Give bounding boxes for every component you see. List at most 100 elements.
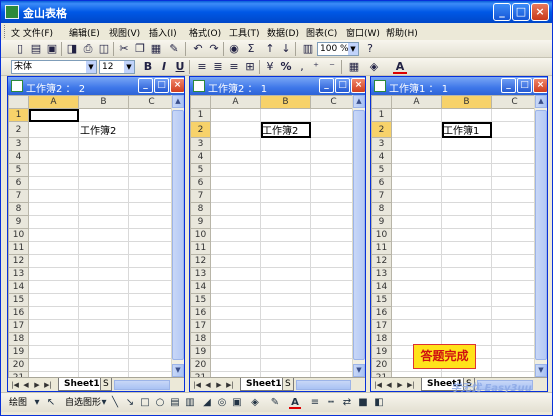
column-header[interactable]: A <box>28 95 79 109</box>
grid-cell[interactable] <box>128 241 175 255</box>
row-header[interactable]: 1 <box>371 108 392 122</box>
grid-cell[interactable] <box>441 215 492 229</box>
row-header[interactable]: 7 <box>371 189 392 203</box>
grid-cell[interactable] <box>491 306 538 320</box>
grid-cell[interactable] <box>441 176 492 190</box>
grid-cell[interactable] <box>391 319 442 333</box>
grid-cell[interactable] <box>491 358 538 372</box>
horizontal-scrollbar[interactable] <box>114 380 170 390</box>
grid-corner[interactable] <box>190 95 211 109</box>
scroll-thumb[interactable] <box>353 110 365 360</box>
row-header[interactable]: 18 <box>190 332 211 346</box>
grid-cell[interactable] <box>78 358 129 372</box>
grid-cell[interactable] <box>441 241 492 255</box>
grid-cell[interactable] <box>28 254 79 268</box>
chevron-down-icon[interactable]: ▼ <box>124 61 134 73</box>
grid-cell[interactable] <box>310 176 357 190</box>
grid-cell[interactable] <box>441 137 492 151</box>
grid-cell[interactable] <box>78 345 129 359</box>
sort-ascending-icon[interactable]: ↑ <box>263 42 277 56</box>
grid-cell[interactable] <box>78 215 129 229</box>
grid-cell[interactable] <box>210 306 261 320</box>
grid-cell[interactable] <box>28 108 79 122</box>
sheet-tab[interactable]: Sheet1 <box>240 378 288 391</box>
ellipse-icon[interactable]: ○ <box>154 397 166 409</box>
row-header[interactable]: 6 <box>8 176 29 190</box>
grid-cell[interactable] <box>128 267 175 281</box>
grid-cell[interactable] <box>78 176 129 190</box>
window-maximize-button[interactable]: □ <box>335 78 350 93</box>
row-header[interactable]: 13 <box>8 267 29 281</box>
grid-cell[interactable] <box>491 189 538 203</box>
last-sheet-icon[interactable]: ▶| <box>225 380 235 390</box>
row-header[interactable]: 4 <box>8 150 29 164</box>
row-header[interactable]: 2 <box>371 121 392 138</box>
grid-cell[interactable] <box>491 319 538 333</box>
grid-cell[interactable] <box>210 332 261 346</box>
row-header[interactable]: 9 <box>190 215 211 229</box>
autosum-icon[interactable]: Σ <box>244 42 258 56</box>
grid-corner[interactable] <box>8 95 29 109</box>
sheet-tab[interactable]: Sheet1 <box>58 378 106 391</box>
grid-cell[interactable] <box>28 228 79 242</box>
grid-cell[interactable] <box>78 150 129 164</box>
row-header[interactable]: 5 <box>8 163 29 177</box>
grid-cell[interactable] <box>441 108 492 122</box>
chevron-down-icon[interactable]: ▼ <box>86 61 96 73</box>
zoom-select[interactable]: 100 % ▼ <box>317 42 359 56</box>
grid-cell[interactable] <box>28 293 79 307</box>
increase-decimal-icon[interactable]: ⁺ <box>309 60 323 74</box>
first-sheet-icon[interactable]: |◀ <box>373 380 383 390</box>
grid-cell[interactable] <box>128 137 175 151</box>
row-header[interactable]: 18 <box>371 332 392 346</box>
grid-cell[interactable] <box>310 163 357 177</box>
grid-cell[interactable] <box>210 241 261 255</box>
menu-chart[interactable]: 图表(C) <box>306 26 337 39</box>
grid-cell[interactable] <box>491 202 538 216</box>
grid-cell[interactable] <box>128 189 175 203</box>
scroll-up-icon[interactable]: ▲ <box>353 95 365 108</box>
textbox-icon[interactable]: ▤ <box>169 397 181 409</box>
row-header[interactable]: 6 <box>371 176 392 190</box>
grid-cell[interactable] <box>260 306 311 320</box>
fill-color-icon[interactable]: ◈ <box>367 60 381 74</box>
grid-cell[interactable] <box>310 306 357 320</box>
grid-cell[interactable] <box>210 267 261 281</box>
scroll-thumb[interactable] <box>535 110 547 360</box>
hyperlink-icon[interactable]: ◉ <box>227 42 241 56</box>
vertical-scrollbar[interactable]: ▲ ▼ <box>534 95 547 377</box>
grid-cell[interactable] <box>260 202 311 216</box>
grid-cell[interactable] <box>441 306 492 320</box>
grid-cell[interactable] <box>78 280 129 294</box>
last-sheet-icon[interactable]: ▶| <box>43 380 53 390</box>
grid-cell[interactable] <box>441 228 492 242</box>
grid-cell[interactable] <box>28 121 79 138</box>
row-header[interactable]: 15 <box>190 293 211 307</box>
align-left-icon[interactable]: ≡ <box>195 60 209 74</box>
grid-cell[interactable] <box>391 215 442 229</box>
grid-cell[interactable] <box>310 108 357 122</box>
font-color-icon[interactable]: A <box>289 397 301 409</box>
grid-cell[interactable] <box>391 306 442 320</box>
chart-icon[interactable]: ▥ <box>301 42 315 56</box>
window-close-button[interactable]: × <box>533 78 547 93</box>
grid-cell[interactable] <box>128 306 175 320</box>
grid-cell[interactable] <box>28 215 79 229</box>
row-header[interactable]: 9 <box>371 215 392 229</box>
print-icon[interactable]: ⎙ <box>81 42 95 56</box>
window-minimize-button[interactable]: _ <box>501 78 516 93</box>
grid-cell[interactable] <box>310 137 357 151</box>
vertical-scrollbar[interactable]: ▲ ▼ <box>352 95 365 377</box>
row-header[interactable]: 8 <box>371 202 392 216</box>
open-folder-icon[interactable]: ▤ <box>29 42 43 56</box>
grid-cell[interactable] <box>391 189 442 203</box>
grid-cell[interactable] <box>310 215 357 229</box>
grid-cell[interactable] <box>210 150 261 164</box>
bold-button[interactable]: B <box>141 60 155 74</box>
grid-cell[interactable] <box>260 267 311 281</box>
window-close-button[interactable]: × <box>170 78 184 93</box>
rectangle-icon[interactable]: □ <box>139 397 151 409</box>
redo-icon[interactable]: ↷ <box>207 42 221 56</box>
grid-cell[interactable] <box>491 228 538 242</box>
menu-view[interactable]: 视图(V) <box>109 26 140 39</box>
